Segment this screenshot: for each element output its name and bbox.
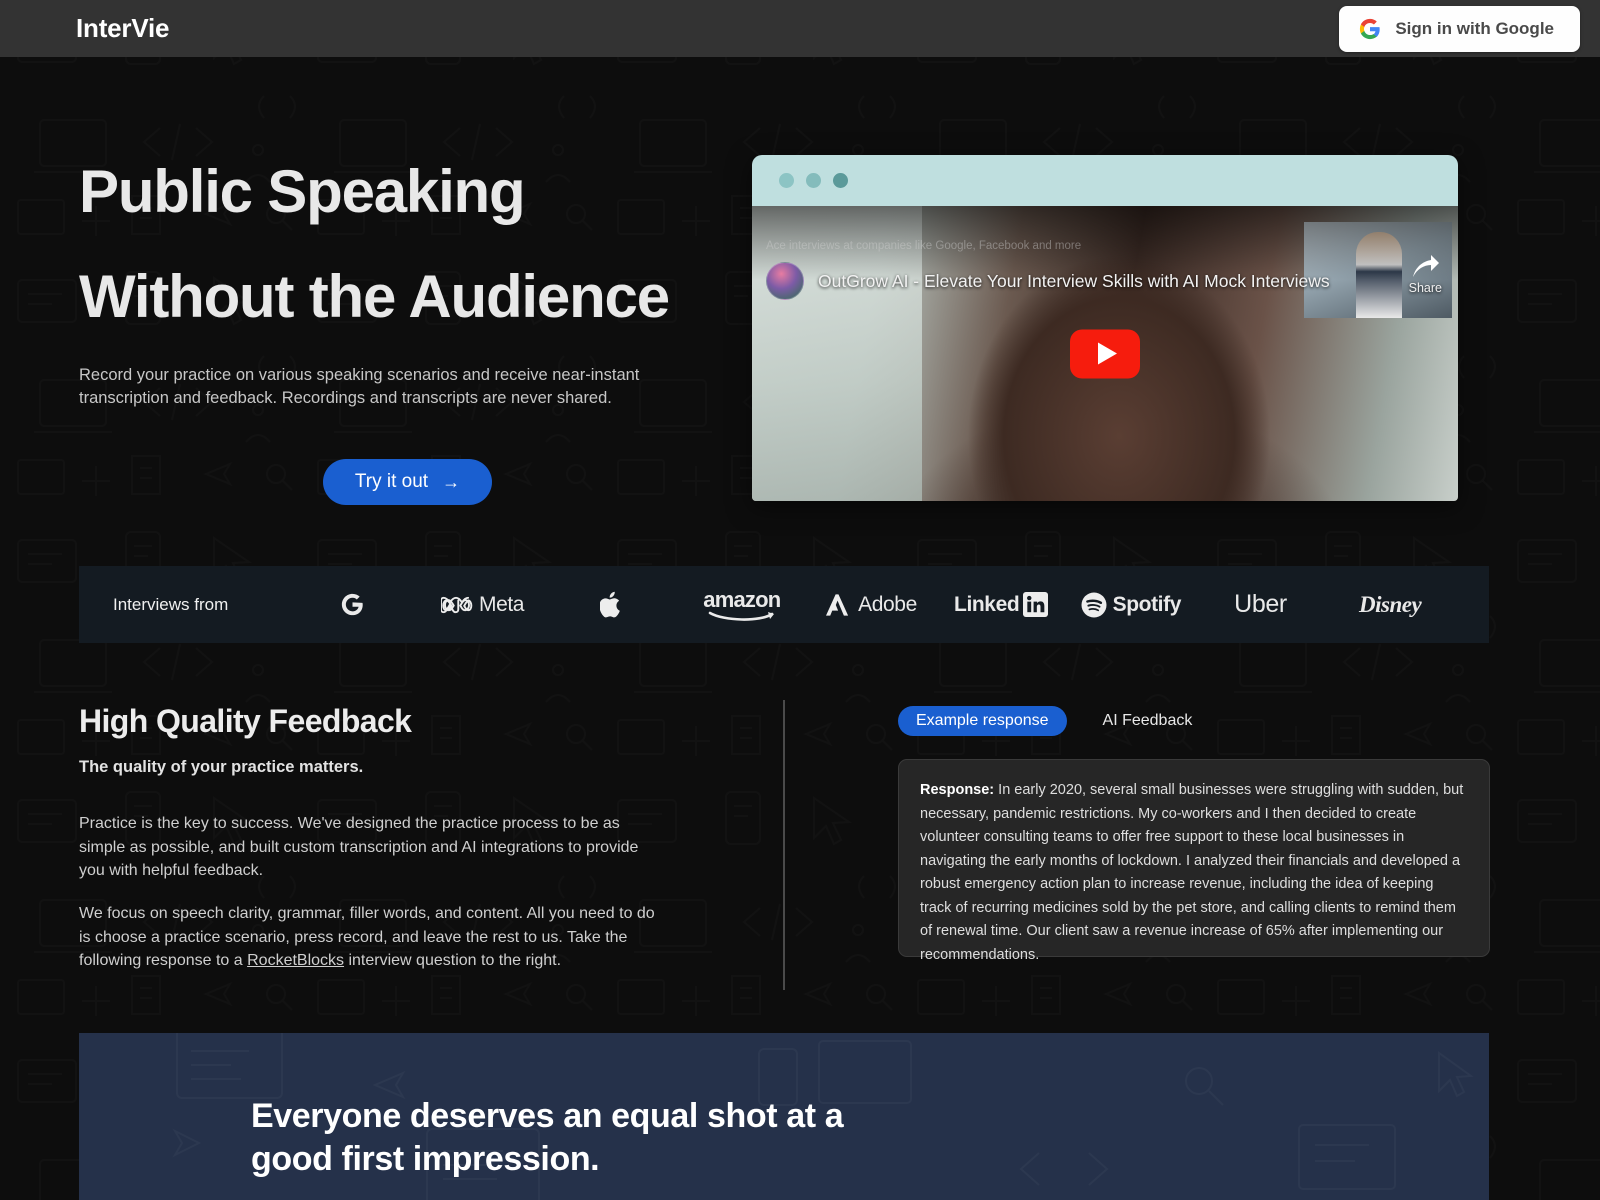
logo-strip-label-cell: Interviews from [113, 595, 288, 615]
brand-spotify: Spotify [1066, 592, 1196, 618]
brand-disney: Disney [1325, 592, 1455, 618]
try-it-out-label: Try it out [354, 471, 429, 492]
top-navigation-bar: InterVie Sign in with Google [0, 0, 1600, 57]
window-dot-2 [806, 173, 821, 188]
feedback-paragraph-2: We focus on speech clarity, grammar, fil… [79, 902, 664, 973]
apple-icon [600, 591, 620, 617]
share-button[interactable]: Share [1409, 254, 1442, 295]
window-dot-1 [779, 173, 794, 188]
brand-linkedin: Linked [936, 592, 1066, 617]
spotify-icon [1081, 592, 1107, 617]
hero-headline-line-1: Public Speaking [79, 158, 526, 225]
meta-infinity-icon [440, 596, 473, 613]
sign-in-with-google-button[interactable]: Sign in with Google [1339, 5, 1580, 52]
channel-avatar[interactable] [766, 262, 804, 300]
youtube-play-icon[interactable] [1070, 329, 1140, 378]
response-text: Response: In early 2020, several small b… [920, 779, 1468, 967]
sign-in-label: Sign in with Google [1395, 18, 1554, 38]
mission-statement-band: Everyone deserves an equal shot at a goo… [79, 1033, 1489, 1200]
example-response-card: Response: In early 2020, several small b… [898, 759, 1490, 963]
feedback-section-subtitle: The quality of your practice matters. [79, 758, 364, 776]
window-dot-3 [833, 173, 848, 188]
google-g-icon [1360, 18, 1381, 39]
tab-ai-feedback[interactable]: AI Feedback [1085, 706, 1211, 736]
arrow-right-icon: → [442, 471, 461, 492]
meta-wordmark: Meta [478, 592, 525, 616]
disney-wordmark: Disney [1359, 591, 1422, 617]
feedback-paragraph-1: Practice is the key to success. We've de… [79, 815, 639, 879]
amazon-smile-icon [708, 611, 774, 621]
try-it-out-button[interactable]: Try it out → [323, 459, 492, 505]
brand-adobe: Adobe [807, 593, 937, 617]
rocketblocks-link[interactable]: RocketBlocks [247, 952, 344, 969]
company-logo-strip: Interviews from Meta amazon Adobe Linked… [79, 566, 1489, 643]
section-vertical-divider [783, 700, 785, 990]
tab-example-response[interactable]: Example response [898, 706, 1067, 736]
app-logo[interactable]: InterVie [76, 13, 170, 44]
hero-headline-line-2: Without the Audience [79, 263, 670, 330]
browser-window-titlebar [752, 155, 1458, 206]
spotify-wordmark: Spotify [1112, 592, 1182, 616]
mission-heading: Everyone deserves an equal shot at a goo… [251, 1097, 844, 1178]
adobe-wordmark: Adobe [858, 592, 917, 616]
response-body: In early 2020, several small businesses … [920, 782, 1464, 963]
google-g-icon [342, 593, 364, 616]
interviews-from-label: Interviews from [113, 594, 229, 614]
feedback-paragraph-2-after: interview question to the right. [344, 952, 562, 969]
brand-google [288, 592, 418, 617]
feedback-tabs: Example response AI Feedback [898, 706, 1210, 736]
linkedin-in-icon [1023, 592, 1049, 617]
landing-page: InterVie Sign in with Google Public Spea… [0, 0, 1600, 1200]
hero-subtext: Record your practice on various speaking… [79, 366, 640, 407]
response-label: Response: [920, 782, 995, 798]
play-triangle [1097, 342, 1117, 365]
brand-uber: Uber [1196, 590, 1326, 619]
uber-wordmark: Uber [1234, 590, 1287, 618]
video-title[interactable]: OutGrow AI - Elevate Your Interview Skil… [818, 271, 1330, 292]
feedback-section-title: High Quality Feedback [79, 703, 412, 739]
share-label: Share [1408, 281, 1442, 295]
brand-meta: Meta [418, 593, 548, 617]
video-meta-row: OutGrow AI - Elevate Your Interview Skil… [766, 262, 1458, 300]
brand-apple [547, 590, 677, 620]
video-player-card[interactable]: Ace interviews at companies like Google,… [752, 155, 1458, 501]
video-thumbnail[interactable]: Ace interviews at companies like Google,… [752, 206, 1458, 501]
linkedin-wordmark: Linked [954, 592, 1020, 616]
video-pretitle: Ace interviews at companies like Google,… [766, 240, 1082, 252]
share-arrow-icon [1413, 255, 1440, 277]
brand-amazon: amazon [677, 587, 807, 622]
adobe-a-icon [826, 593, 849, 616]
